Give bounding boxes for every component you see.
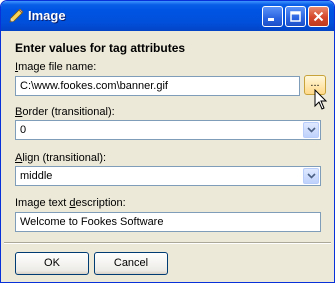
border-dropdown-button[interactable]: [303, 122, 319, 138]
minimize-button[interactable]: [262, 6, 283, 27]
ok-button[interactable]: OK: [15, 252, 89, 275]
image-file-input[interactable]: C:\www.fookes.com\banner.gif: [15, 76, 300, 96]
align-dropdown-button[interactable]: [303, 168, 319, 184]
border-label: Border (transitional):: [15, 106, 115, 118]
alt-text-label: Image text description:: [15, 197, 126, 209]
border-select[interactable]: 0: [15, 120, 321, 140]
image-file-label: Image file name:: [15, 61, 97, 73]
border-select-value: 0: [20, 124, 27, 136]
close-button[interactable]: [308, 6, 329, 27]
image-dialog-window: Image Enter values for tag attributes Im…: [0, 0, 335, 283]
maximize-icon: [290, 11, 301, 22]
minimize-icon: [268, 18, 274, 21]
close-icon: [313, 11, 324, 22]
mouse-cursor-icon: [314, 89, 328, 110]
align-label: Align (transitional):: [15, 152, 107, 164]
maximize-button[interactable]: [285, 6, 306, 27]
alt-text-input[interactable]: Welcome to Fookes Software: [15, 212, 321, 232]
title-bar[interactable]: Image: [1, 1, 334, 31]
align-select[interactable]: middle: [15, 166, 321, 186]
window-title: Image: [28, 8, 66, 23]
chevron-down-icon: [306, 173, 316, 179]
chevron-down-icon: [306, 127, 316, 133]
align-select-value: middle: [20, 170, 53, 182]
pencil-icon: [9, 8, 24, 23]
form-heading: Enter values for tag attributes: [15, 41, 186, 55]
divider: [4, 242, 331, 244]
cancel-button[interactable]: Cancel: [94, 252, 168, 275]
dialog-body: Enter values for tag attributes Image fi…: [4, 31, 331, 279]
